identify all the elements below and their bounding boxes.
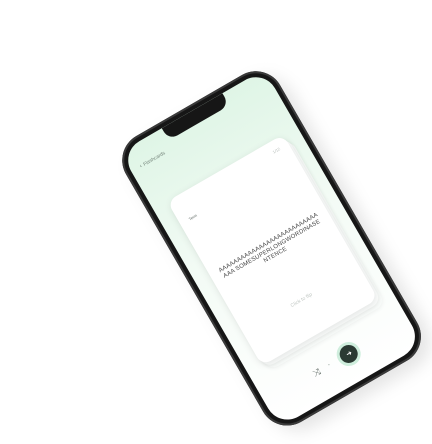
next-card-button[interactable]: ➜ — [332, 337, 366, 371]
stage: ‹ Flashcards 1/12 Term AAAAAAAAAAAAAAAAA… — [0, 0, 432, 442]
card-term: AAAAAAAAAAAAAAAAAAAAAAAAAAAAAA SOMESUPER… — [217, 212, 322, 280]
shuffle-icon[interactable]: ⤨ — [311, 366, 322, 378]
phone-mockup: ‹ Flashcards 1/12 Term AAAAAAAAAAAAAAAAA… — [112, 61, 432, 442]
flashcard-stack: 1/12 Term AAAAAAAAAAAAAAAAAAAAAAAAAAAAAA… — [167, 134, 386, 371]
back-label: Flashcards — [142, 150, 167, 168]
back-button[interactable]: ‹ Flashcards — [139, 150, 167, 169]
flashcard[interactable]: 1/12 Term AAAAAAAAAAAAAAAAAAAAAAAAAAAAAA… — [167, 134, 379, 366]
phone-notch — [161, 93, 230, 141]
separator-dot: • — [326, 361, 332, 368]
card-label: Term — [187, 212, 198, 222]
arrow-right-icon: ➜ — [344, 349, 354, 359]
card-counter: 1/12 — [271, 146, 281, 155]
